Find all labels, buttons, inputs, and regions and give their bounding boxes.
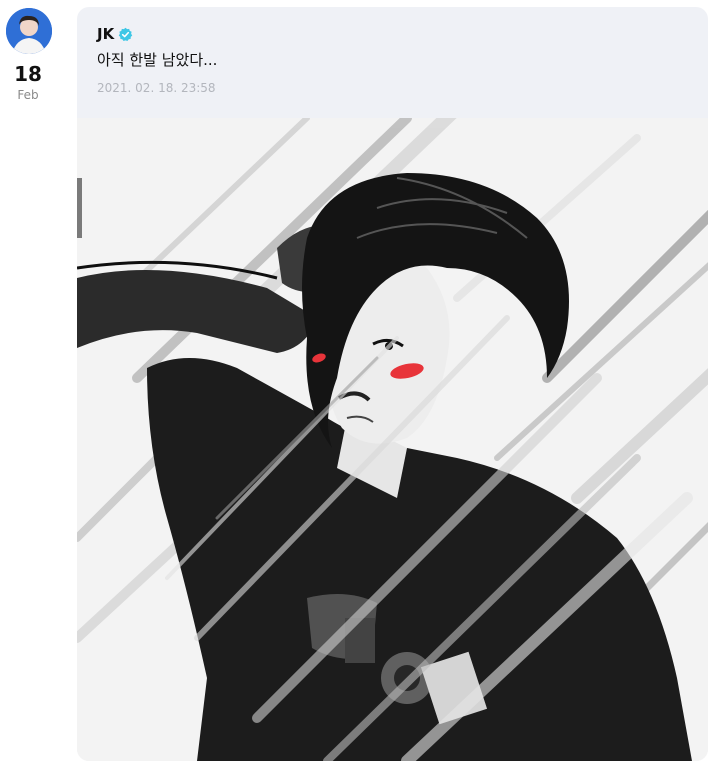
post-card: JK 아직 한발 남았다... 2021. 02. 18. 23:58 <box>77 7 708 761</box>
post-day: 18 <box>14 62 42 86</box>
post-header: JK 아직 한발 남았다... 2021. 02. 18. 23:58 <box>77 7 708 118</box>
post-month: Feb <box>17 88 39 102</box>
post-image[interactable] <box>77 118 708 761</box>
post-timestamp: 2021. 02. 18. 23:58 <box>97 81 216 95</box>
post-text: 아직 한발 남았다... <box>97 51 218 69</box>
sketch-portrait-illustration <box>77 118 708 761</box>
verified-badge-icon <box>118 27 133 42</box>
author-row: JK <box>97 25 133 43</box>
avatar[interactable] <box>6 8 52 54</box>
author-name[interactable]: JK <box>97 25 114 43</box>
avatar-illustration <box>6 8 52 54</box>
